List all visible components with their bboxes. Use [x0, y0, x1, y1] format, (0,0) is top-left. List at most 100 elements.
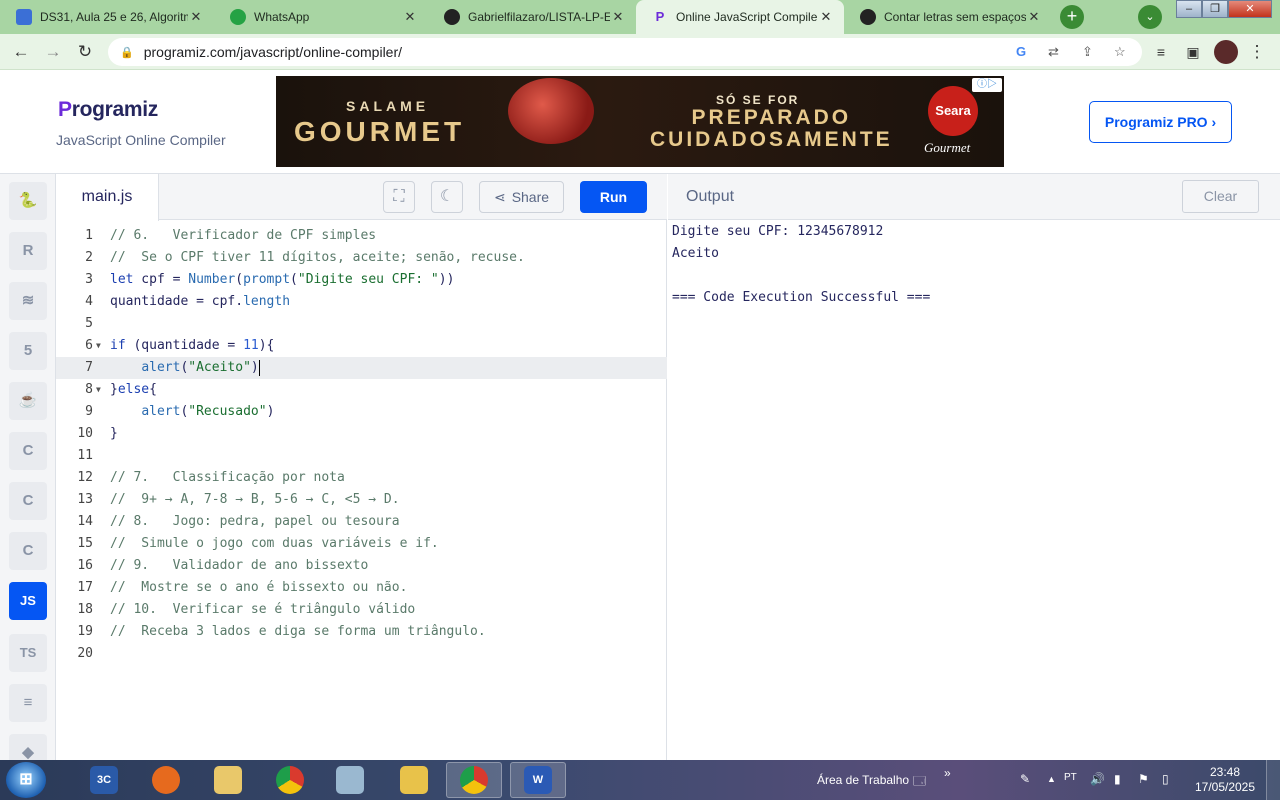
show-desktop-button[interactable]: [1266, 760, 1280, 800]
start-button[interactable]: ⊞: [6, 762, 46, 798]
run-button[interactable]: Run: [580, 181, 647, 213]
output-console[interactable]: Digite seu CPF: 12345678912 Aceito === C…: [672, 221, 930, 309]
browser-tab[interactable]: DS31, Aula 25 e 26, Algoritmo ✕: [0, 0, 214, 34]
bookmark-star-icon[interactable]: ☆: [1114, 44, 1126, 60]
url-bar[interactable]: 🔒 programiz.com/javascript/online-compil…: [108, 38, 1142, 66]
side-panel-icon[interactable]: ▣: [1182, 41, 1204, 63]
browser-tab[interactable]: Gabrielfilazaro/LISTA-LP-ET ✕: [428, 0, 636, 34]
typescript-icon[interactable]: TS: [9, 634, 47, 672]
back-icon[interactable]: ←: [10, 41, 32, 63]
taskbar-chrome[interactable]: [262, 762, 318, 798]
browser-tab[interactable]: Contar letras sem espaços ✕: [844, 0, 1052, 34]
site-header: Programiz JavaScript Online Compiler SAL…: [0, 70, 1280, 174]
file-tab-main-js[interactable]: main.js: [56, 174, 159, 221]
html-icon[interactable]: 5: [9, 332, 47, 370]
programiz-pro-button[interactable]: Programiz PRO ›: [1089, 101, 1232, 143]
new-tab-button[interactable]: +: [1060, 5, 1084, 29]
reload-icon[interactable]: ↻: [74, 41, 96, 63]
fold-toggle-icon[interactable]: ▼: [96, 379, 101, 401]
code-line[interactable]: 5: [56, 313, 667, 335]
lock-icon[interactable]: 🔒: [120, 46, 134, 59]
share-page-icon[interactable]: ⇪: [1082, 44, 1093, 60]
taskbar-word[interactable]: W: [510, 762, 566, 798]
java-icon[interactable]: ☕: [9, 382, 47, 420]
code-line[interactable]: 4 quantidade = cpf.length: [56, 291, 667, 313]
battery-icon[interactable]: ▯: [1162, 772, 1169, 786]
taskbar-firefox[interactable]: [138, 762, 194, 798]
code-line[interactable]: 8 ▼}else{: [56, 379, 667, 401]
window-close-button[interactable]: ✕: [1228, 0, 1272, 18]
sql-icon[interactable]: ≋: [9, 282, 47, 320]
google-icon[interactable]: G: [1016, 44, 1026, 59]
toolbar-expand-icon[interactable]: »: [944, 766, 951, 780]
advertisement-banner[interactable]: SALAME GOURMET SÓ SE FOR PREPARADO CUIDAD…: [276, 76, 1004, 167]
code-line[interactable]: 3 let cpf = Number(prompt("Digite seu CPF…: [56, 269, 667, 291]
code-line[interactable]: 20: [56, 643, 667, 665]
code-line[interactable]: 15 // Simule o jogo com duas variáveis e …: [56, 533, 667, 555]
code-line[interactable]: 12 // 7. Classificação por nota: [56, 467, 667, 489]
csharp-icon[interactable]: C: [9, 532, 47, 570]
code-line[interactable]: 13 // 9+ → A, 7-8 → B, 5-6 → C, <5 → D.: [56, 489, 667, 511]
code-line[interactable]: 9 alert("Recusado"): [56, 401, 667, 423]
clear-button[interactable]: Clear: [1182, 180, 1259, 213]
reading-list-icon[interactable]: ≡: [1150, 41, 1172, 63]
browser-tab[interactable]: WhatsApp ✕: [214, 0, 428, 34]
minimize-button[interactable]: –: [1176, 0, 1202, 18]
dark-mode-icon[interactable]: ☾: [431, 181, 463, 213]
tab-close-icon[interactable]: ✕: [818, 9, 834, 25]
fold-toggle-icon[interactable]: ▼: [96, 335, 101, 357]
maximize-button[interactable]: ❐: [1202, 0, 1228, 18]
tab-close-icon[interactable]: ✕: [1026, 9, 1042, 25]
desktop-folder-icon[interactable]: 🗔: [913, 772, 926, 793]
system-clock[interactable]: 23:48 17/05/2025: [1192, 765, 1258, 795]
tray-arrow-icon[interactable]: ▲: [1047, 774, 1056, 784]
code-line[interactable]: 14 // 8. Jogo: pedra, papel ou tesoura: [56, 511, 667, 533]
go-icon[interactable]: ≡: [9, 684, 47, 722]
fullscreen-icon[interactable]: ⛶: [383, 181, 415, 213]
c-icon[interactable]: C: [9, 432, 47, 470]
taskbar-chrome-running[interactable]: [446, 762, 502, 798]
line-number: 8: [85, 382, 93, 397]
taskbar-explorer[interactable]: [386, 762, 442, 798]
php-icon[interactable]: ◆: [9, 734, 47, 760]
python-icon[interactable]: 🐍: [9, 182, 47, 220]
desktop-toolbar-label[interactable]: Área de Trabalho: [817, 773, 909, 787]
tab-close-icon[interactable]: ✕: [610, 9, 626, 25]
code-line[interactable]: 2 // Se o CPF tiver 11 dígitos, aceite; s…: [56, 247, 667, 269]
translate-icon[interactable]: ⇄: [1048, 44, 1059, 60]
programiz-logo[interactable]: Programiz: [58, 98, 158, 122]
r-icon[interactable]: R: [9, 232, 47, 270]
code-line[interactable]: 10}: [56, 423, 667, 445]
line-number: 15: [77, 536, 93, 551]
taskbar-calculator[interactable]: 3C: [76, 762, 132, 798]
code-line[interactable]: 16 // 9. Validador de ano bissexto: [56, 555, 667, 577]
url-text[interactable]: programiz.com/javascript/online-compiler…: [144, 44, 402, 60]
tab-close-icon[interactable]: ✕: [402, 9, 418, 25]
menu-icon[interactable]: ⋮: [1246, 41, 1268, 63]
browser-tab-active[interactable]: P Online JavaScript Compiler ✕: [636, 0, 844, 34]
network-icon[interactable]: ▮: [1114, 772, 1121, 786]
forward-icon[interactable]: →: [42, 41, 64, 63]
share-button[interactable]: ⋖ Share: [479, 181, 564, 213]
keyboard-language-icon[interactable]: PT: [1064, 772, 1077, 783]
code-line[interactable]: 19 // Receba 3 lados e diga se forma um t…: [56, 621, 667, 643]
profile-avatar[interactable]: [1214, 40, 1238, 64]
code-line[interactable]: 11: [56, 445, 667, 467]
code-line[interactable]: 1 // 6. Verificador de CPF simples: [56, 225, 667, 247]
action-center-flag-icon[interactable]: ⚑: [1138, 772, 1149, 786]
code-line[interactable]: 17 // Mostre se o ano é bissexto ou não.: [56, 577, 667, 599]
cpp-icon[interactable]: C: [9, 482, 47, 520]
code-line[interactable]: 18 // 10. Verificar se é triângulo válido: [56, 599, 667, 621]
code-area[interactable]: 1 // 6. Verificador de CPF simples 2 // Se …: [56, 221, 667, 760]
code-line[interactable]: 6 ▼ if (quantidade = 11){: [56, 335, 667, 357]
volume-icon[interactable]: 🔊: [1090, 772, 1105, 786]
tray-expand-icon[interactable]: ✎: [1020, 772, 1030, 786]
tab-search-button[interactable]: ⌄: [1138, 5, 1162, 29]
line-number: 1: [85, 228, 93, 243]
code-line[interactable]: 7 alert("Aceito"): [56, 357, 667, 379]
javascript-icon[interactable]: JS: [9, 582, 47, 620]
taskbar-notes[interactable]: [322, 762, 378, 798]
adchoices-icon[interactable]: ⓘ▷: [972, 78, 1002, 92]
tab-close-icon[interactable]: ✕: [188, 9, 204, 25]
taskbar-folder[interactable]: [200, 762, 256, 798]
